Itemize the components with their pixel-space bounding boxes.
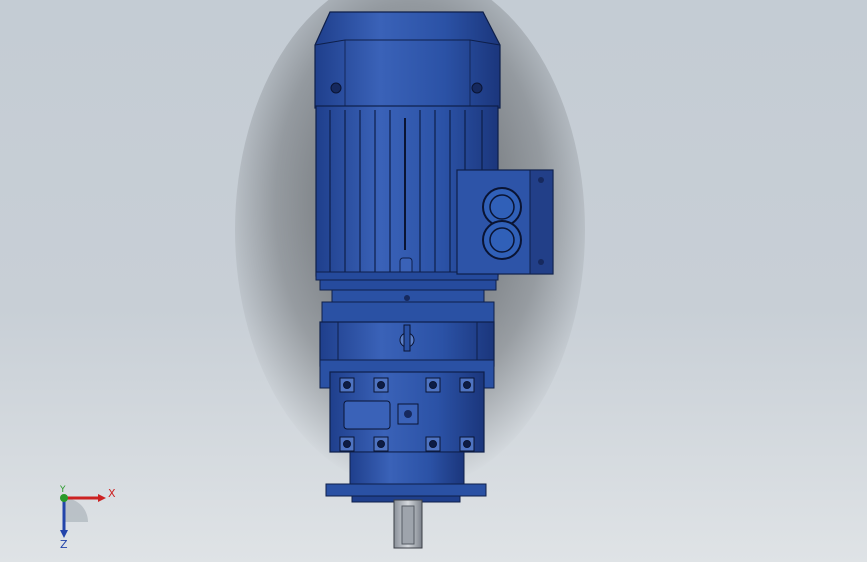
gearbox-upper[interactable] <box>319 301 495 367</box>
cover-screw-right <box>471 82 483 94</box>
y-axis-arrow <box>60 494 68 502</box>
output-flange[interactable] <box>325 451 487 503</box>
graphics-viewport[interactable]: X Y Z <box>0 0 867 562</box>
motor-flange[interactable] <box>319 279 497 303</box>
fan-cover[interactable] <box>314 11 501 109</box>
cable-gland-bottom[interactable] <box>482 220 522 260</box>
coordinate-triad: X Y Z <box>59 485 116 550</box>
gear-motor-model[interactable] <box>0 0 867 562</box>
terminal-box[interactable] <box>456 169 554 275</box>
cover-screw-left <box>330 82 342 94</box>
nameplate <box>343 400 391 430</box>
output-shaft[interactable] <box>393 499 423 549</box>
y-axis-label: Y <box>59 485 66 495</box>
x-axis-label: X <box>108 487 116 500</box>
gearbox-housing[interactable] <box>319 359 495 453</box>
z-axis-label: Z <box>60 538 68 550</box>
